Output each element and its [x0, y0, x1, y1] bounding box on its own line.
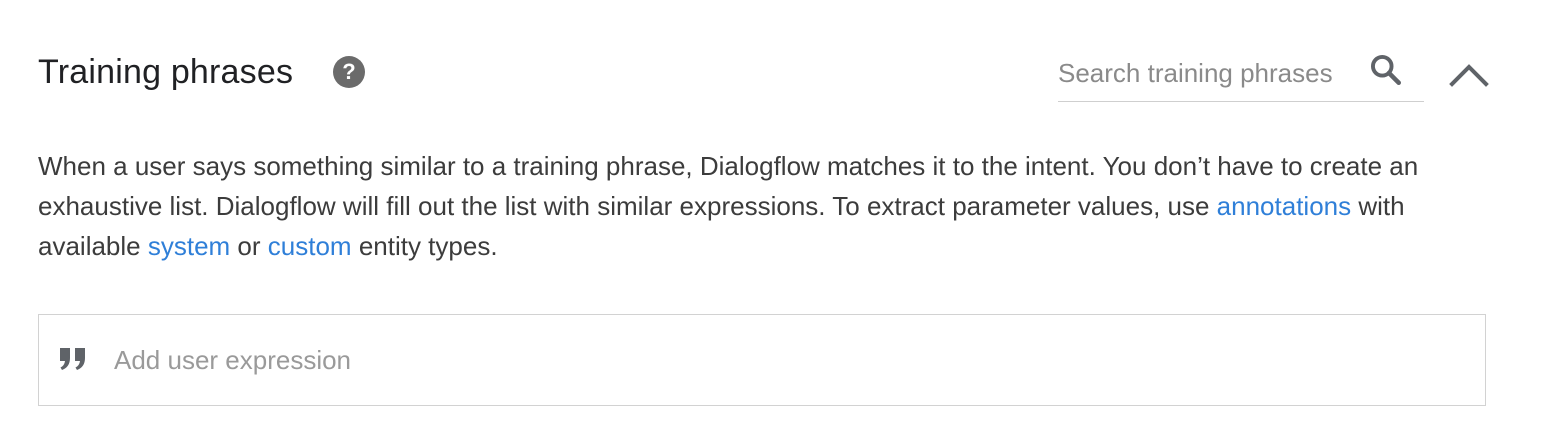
description-text: When a user says something similar to a … [38, 151, 1419, 221]
custom-entities-link[interactable]: custom [268, 231, 352, 261]
annotations-link[interactable]: annotations [1217, 191, 1351, 221]
section-description: When a user says something similar to a … [38, 146, 1498, 266]
system-entities-link[interactable]: system [148, 231, 230, 261]
help-icon[interactable]: ? [333, 56, 365, 88]
chevron-up-icon[interactable] [1448, 58, 1490, 92]
training-phrases-section: Training phrases ? When a user says some… [0, 0, 1550, 448]
section-title: Training phrases [38, 53, 294, 91]
user-expression-input[interactable] [114, 337, 1454, 383]
quote-icon [60, 348, 85, 370]
search-icon[interactable] [1368, 52, 1404, 88]
description-text: or [230, 231, 268, 261]
search-input[interactable] [1058, 52, 1358, 94]
description-text: entity types. [351, 231, 498, 261]
add-expression-box [38, 314, 1486, 406]
search-field [1058, 52, 1424, 102]
